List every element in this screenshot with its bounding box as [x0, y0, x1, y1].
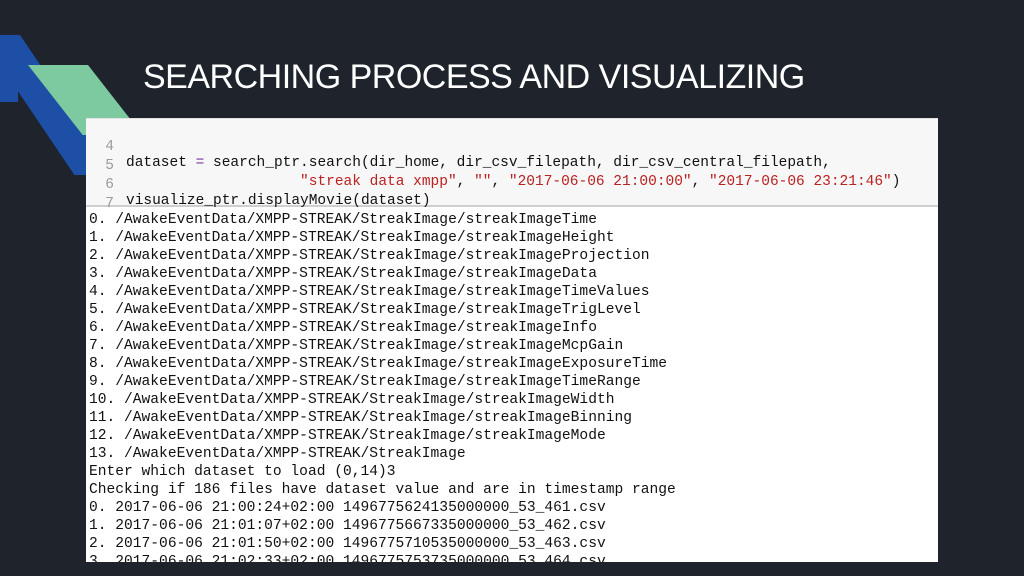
output-line: 11. /AwakeEventData/XMPP-STREAK/StreakIm…	[89, 410, 632, 426]
code-cell[interactable]: 4 dataset = search_ptr.search(dir_home, …	[86, 118, 938, 212]
code-text: "streak data xmpp", "", "2017-06-06 21:0…	[300, 174, 901, 190]
output-line: 13. /AwakeEventData/XMPP-STREAK/StreakIm…	[89, 446, 466, 462]
output-line: 5. /AwakeEventData/XMPP-STREAK/StreakIma…	[89, 302, 641, 318]
code-text: dataset = search_ptr.search(dir_home, di…	[126, 155, 831, 171]
output-line: 3. 2017-06-06 21:02:33+02:00 14967757537…	[89, 554, 606, 562]
output-line: 1. /AwakeEventData/XMPP-STREAK/StreakIma…	[89, 230, 615, 246]
code-line: 7	[86, 180, 121, 212]
slide-title: SEARCHING PROCESS AND VISUALIZING	[143, 58, 805, 96]
accent-stripe-blue-edge	[0, 52, 18, 102]
cell-output: 0. /AwakeEventData/XMPP-STREAK/StreakIma…	[86, 207, 938, 562]
output-line: 7. /AwakeEventData/XMPP-STREAK/StreakIma…	[89, 338, 624, 354]
output-line: 2. /AwakeEventData/XMPP-STREAK/StreakIma…	[89, 248, 650, 264]
output-line: Checking if 186 files have dataset value…	[89, 482, 676, 498]
output-line: 3. /AwakeEventData/XMPP-STREAK/StreakIma…	[89, 266, 597, 282]
output-line: 0. /AwakeEventData/XMPP-STREAK/StreakIma…	[89, 212, 597, 228]
input-prompt-line: Enter which dataset to load (0,14)3	[89, 464, 396, 480]
output-line: 12. /AwakeEventData/XMPP-STREAK/StreakIm…	[89, 428, 606, 444]
output-line: 0. 2017-06-06 21:00:24+02:00 14967756241…	[89, 500, 606, 516]
code-line: 6 visualize_ptr.displayMovie(dataset)	[86, 161, 430, 209]
output-line: 1. 2017-06-06 21:01:07+02:00 14967756673…	[89, 518, 606, 534]
output-line: 10. /AwakeEventData/XMPP-STREAK/StreakIm…	[89, 392, 615, 408]
code-line: 4 dataset = search_ptr.search(dir_home, …	[86, 123, 831, 171]
output-line: 9. /AwakeEventData/XMPP-STREAK/StreakIma…	[89, 374, 641, 390]
code-line: 5 "streak data xmpp", "", "2017-06-06 21…	[86, 142, 900, 190]
output-line: 2. 2017-06-06 21:01:50+02:00 14967757105…	[89, 536, 606, 552]
output-line: 8. /AwakeEventData/XMPP-STREAK/StreakIma…	[89, 356, 668, 372]
output-line: 4. /AwakeEventData/XMPP-STREAK/StreakIma…	[89, 284, 650, 300]
output-line: 6. /AwakeEventData/XMPP-STREAK/StreakIma…	[89, 320, 597, 336]
